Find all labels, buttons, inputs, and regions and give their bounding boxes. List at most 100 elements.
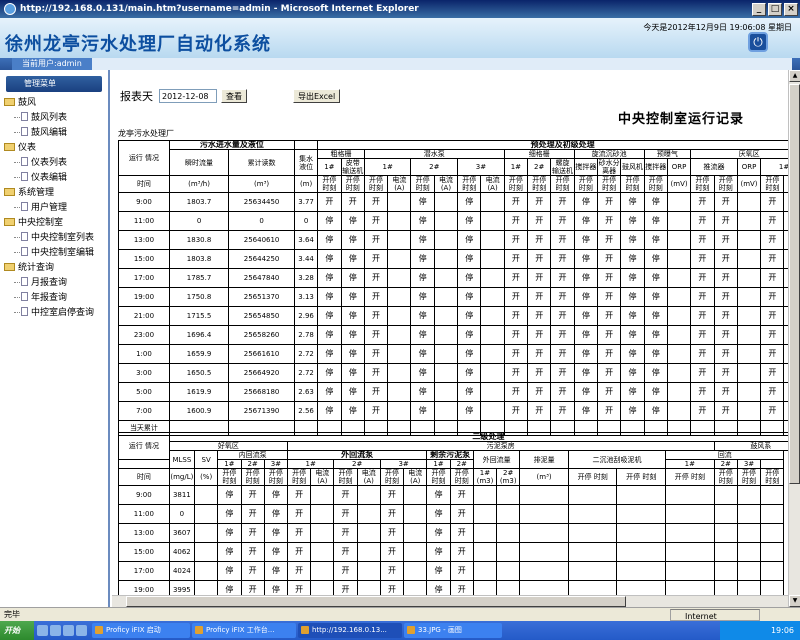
status-cell: 开 — [550, 287, 575, 307]
scroll-down-icon[interactable]: ▼ — [789, 595, 800, 607]
tree-line — [14, 132, 20, 133]
status-cell: 停 — [457, 325, 482, 345]
flow-cell: 1659.9 — [168, 344, 230, 364]
document-icon — [21, 202, 28, 211]
empty-cell — [480, 401, 505, 421]
table-row: 13:00 3607 停开停开开开停开 — [118, 523, 789, 543]
status-cell: 停 — [410, 306, 435, 326]
sidebar-group-0[interactable]: 鼓风 — [0, 96, 108, 111]
table-cell: 3# — [379, 459, 428, 469]
status-cell: 停 — [217, 542, 242, 562]
zone-indicator: Internet — [670, 609, 760, 621]
scroll-up-icon[interactable]: ▲ — [789, 70, 800, 82]
sidebar-tree: 鼓风鼓风列表 鼓风编辑 仪表 仪表列表 仪表编辑 系统管理 用户管理 中央控制室 中央控制室列表… — [0, 96, 108, 321]
desktop-icon[interactable] — [37, 625, 48, 636]
empty-cell — [736, 561, 762, 581]
flow-cell: 1600.9 — [168, 401, 230, 421]
empty-cell — [736, 192, 762, 212]
flow-cell: 0 — [168, 211, 230, 231]
sidebar-group-4[interactable]: 统计查询 — [0, 261, 108, 276]
table-cell: ORP — [666, 158, 692, 176]
status-cell: 开 — [713, 211, 738, 231]
task-paint[interactable]: 33.JPG - 画图 — [404, 623, 502, 638]
empty-cell — [760, 504, 785, 524]
sidebar-item[interactable]: 中央控制室列表 — [0, 231, 108, 246]
status-cell: 开 — [596, 287, 622, 307]
sidebar-item[interactable]: 仪表编辑 — [0, 171, 108, 186]
sidebar-item[interactable]: 仪表列表 — [0, 156, 108, 171]
date-input[interactable] — [159, 89, 217, 103]
status-cell: 停 — [426, 504, 451, 524]
total-cell: 25634450 — [228, 192, 295, 212]
sidebar-group-3[interactable]: 中央控制室 — [0, 216, 108, 231]
status-cell: 开 — [240, 523, 265, 543]
time-cell: 13:00 — [118, 523, 170, 543]
table-header-row: 瞬时流量 累计读数 集水 液位 粗格栅 潜水泵 细格栅 旋流沉砂池 预曝气 厌氧区 — [119, 149, 788, 176]
status-cell: 开 — [760, 382, 785, 402]
date-label: 报表天 — [120, 90, 153, 103]
task-ifix-start[interactable]: Proficy iFIX 启动 — [92, 623, 190, 638]
status-cell: 开 — [760, 211, 785, 231]
table-header-row: 时间 (m³/h) (m³) (m) 开停 时刻 开停 时刻 开停 时刻 电流 (A) 开停 时… — [118, 175, 788, 193]
sidebar-item[interactable]: 年报查询 — [0, 291, 108, 306]
table-cell: 鼓风机 — [620, 158, 645, 176]
status-cell: 开 — [760, 287, 785, 307]
horizontal-scrollbar[interactable] — [112, 595, 788, 607]
start-button[interactable]: 开始 — [0, 621, 34, 640]
empty-cell — [760, 523, 785, 543]
minimize-button[interactable]: _ — [752, 2, 766, 16]
sidebar-group-1[interactable]: 仪表 — [0, 141, 108, 156]
sidebar-item[interactable]: 中央控制室编辑 — [0, 246, 108, 261]
empty-cell — [736, 325, 762, 345]
table-row: 1:00 1659.9 25661610 2.72 停停开停停开开开停开停停开开开 — [118, 344, 788, 364]
ie-quick-icon[interactable] — [50, 625, 61, 636]
empty-cell — [496, 485, 521, 505]
table-cell: 开停 时刻 — [760, 468, 785, 486]
sidebar-group-label: 鼓风 — [18, 98, 37, 108]
table-cell: 开停 时刻 — [449, 468, 474, 486]
empty-cell — [666, 306, 692, 326]
status-cell: 开 — [363, 344, 389, 364]
status-cell: 停 — [217, 504, 242, 524]
table-row: 3:00 1650.5 25664920 2.72 停停开停停开开开停开停停开开开 — [118, 363, 788, 383]
status-cell: 停 — [573, 287, 598, 307]
empty-cell — [387, 249, 412, 269]
status-cell: 停 — [410, 382, 435, 402]
task-ie[interactable]: http://192.168.0.13... — [298, 623, 402, 638]
sidebar-item[interactable]: 月报查询 — [0, 276, 108, 291]
sidebar-group-2[interactable]: 系统管理 — [0, 186, 108, 201]
hscroll-thumb[interactable] — [126, 596, 626, 607]
maximize-button[interactable]: □ — [768, 2, 782, 16]
folder-quick-icon[interactable] — [63, 625, 74, 636]
sidebar-item[interactable]: 中控室启停查询 — [0, 306, 108, 321]
status-cell: 开 — [503, 268, 529, 288]
scroll-thumb[interactable] — [789, 84, 800, 484]
export-excel-button[interactable]: 导出Excel — [293, 89, 341, 103]
sidebar-item[interactable]: 用户管理 — [0, 201, 108, 216]
status-cell: 停 — [620, 306, 645, 326]
table-row: 17:00 4024 停开停开开开停开 — [118, 561, 789, 581]
table-cell: 开停 时刻 — [333, 468, 358, 486]
status-cell: 停 — [340, 344, 365, 364]
close-button[interactable]: × — [784, 2, 798, 16]
secondary-treatment-table: 运行 情况 二级处理 好氧区 污泥泵房 鼓风系 MLSS SV 内回流泵 外回流泵 剩余污泥泵 外回… — [118, 432, 788, 600]
status-cell: 停 — [457, 306, 482, 326]
status-cell: 停 — [643, 287, 668, 307]
status-cell: 停 — [457, 268, 482, 288]
status-cell: 开 — [713, 249, 738, 269]
table-cell: (m³) — [519, 468, 569, 486]
query-button[interactable]: 查看 — [221, 89, 247, 103]
status-cell: 停 — [340, 287, 365, 307]
status-cell: 停 — [410, 192, 435, 212]
empty-cell — [387, 306, 412, 326]
power-icon[interactable]: ⏻ — [748, 32, 768, 52]
status-cell: 开 — [760, 230, 785, 250]
task-ifix-workspace[interactable]: Proficy iFIX 工作台... — [192, 623, 296, 638]
status-cell: 开 — [596, 230, 622, 250]
sidebar-item[interactable]: 鼓风编辑 — [0, 126, 108, 141]
status-cell: 停 — [457, 230, 482, 250]
sidebar-item[interactable]: 鼓风列表 — [0, 111, 108, 126]
vertical-scrollbar[interactable]: ▲ ▼ — [788, 70, 800, 607]
media-quick-icon[interactable] — [76, 625, 87, 636]
status-cell: 停 — [340, 363, 365, 383]
